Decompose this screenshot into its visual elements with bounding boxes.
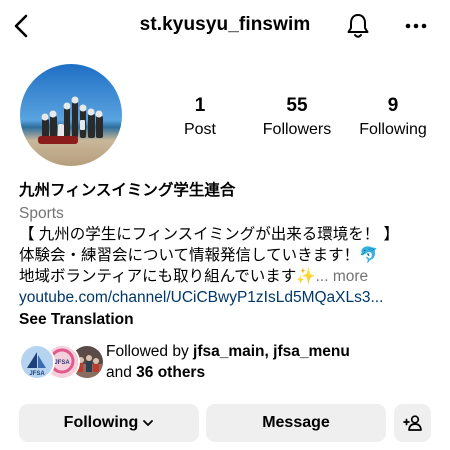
followed-by-others: 36 others [136,364,206,381]
chevron-down-icon [143,420,154,426]
suggested-people-button[interactable] [394,404,431,442]
followed-by-accounts: jfsa_main, jfsa_menu [193,343,350,360]
followers-label: Followers [262,121,332,138]
bio-more-link[interactable]: ... more [316,268,369,285]
profile-bio: 九州フィンスイミング学生連合 Sports 【 九州の学生にフィンスイミングが出… [19,180,439,331]
more-options-button[interactable] [400,12,432,40]
group-photo-image [20,64,122,166]
chevron-left-icon [14,14,28,38]
profile-avatar[interactable] [20,64,122,166]
add-person-icon [402,415,422,431]
bio-line-3: 地域ボランティアにも取り組んでいます✨ [19,268,316,285]
followers-count-stat[interactable]: 55 Followers [252,94,342,141]
message-button-label: Message [262,414,330,431]
followed-by-row[interactable]: JFSA JFSA Followed by jfsa_main, jfsa_me… [19,340,439,384]
posts-count: 1 [194,95,206,116]
bell-icon [347,14,369,38]
profile-username: st.kyusyu_finswim [139,14,311,35]
top-navigation-bar: st.kyusyu_finswim [0,0,450,52]
notifications-button[interactable] [343,11,373,41]
see-translation-link[interactable]: See Translation [19,309,439,331]
follower-avatar-1: JFSA [19,344,55,380]
message-button[interactable]: Message [206,404,386,442]
following-dropdown-button[interactable]: Following [19,404,199,442]
bio-website-link[interactable]: youtube.com/channel/UCiCBwyP1zIsLd5MQaXL… [19,287,439,308]
more-horizontal-icon [405,23,427,29]
followed-by-prefix: Followed by [106,343,194,360]
followed-by-and: and [106,364,137,381]
bio-line-2: 体験会・練習会について情報発信していきます！🐬 [19,247,379,264]
followed-by-text: Followed by jfsa_main, jfsa_menu and 36 … [106,341,350,383]
bio-line-1: 【 九州の学生にフィンスイミングが出来る環境を！ 】 [19,226,399,243]
following-label: Following [359,121,427,138]
svg-text:JFSA: JFSA [54,360,70,366]
followers-count: 55 [286,95,308,116]
following-button-label: Following [63,414,139,431]
posts-count-stat[interactable]: 1 Post [170,94,230,141]
posts-label: Post [183,121,216,138]
following-count-stat[interactable]: 9 Following [348,94,438,141]
svg-text:JFSA: JFSA [29,371,45,377]
bio-line-3-row: 地域ボランティアにも取り組んでいます✨... more [19,266,439,287]
profile-category: Sports [19,205,64,222]
profile-display-name: 九州フィンスイミング学生連合 [19,182,236,199]
following-count: 9 [387,95,399,116]
back-button[interactable] [8,12,36,40]
